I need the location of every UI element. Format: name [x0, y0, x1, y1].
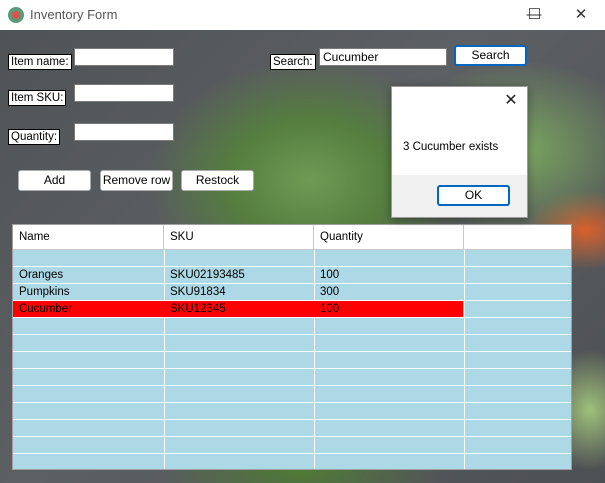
- table-row[interactable]: [13, 250, 463, 266]
- form-client-area: Item name: Item SKU: Quantity: Search: C…: [0, 30, 605, 483]
- dialog-message: 3 Cucumber exists: [403, 141, 499, 153]
- grid-row-line: [13, 453, 571, 454]
- cell-name: Oranges: [19, 269, 64, 281]
- message-dialog: ✕ 3 Cucumber exists OK: [391, 86, 528, 218]
- column-header-name[interactable]: Name: [13, 225, 164, 249]
- cell-sku: [164, 250, 170, 266]
- item-name-input[interactable]: [74, 48, 174, 66]
- search-label: Search:: [270, 54, 316, 70]
- cell-quantity: 100: [320, 303, 340, 315]
- grid-row-line: [13, 351, 571, 352]
- title-bar: Inventory Form — ☐ ✕: [0, 0, 605, 30]
- ok-button[interactable]: OK: [437, 185, 510, 206]
- cell-sku: SKU12345: [170, 303, 226, 315]
- window-title: Inventory Form: [30, 7, 118, 22]
- cell-quantity: 300: [320, 286, 340, 298]
- search-input[interactable]: Cucumber: [319, 48, 447, 66]
- dialog-close-button[interactable]: ✕: [501, 91, 521, 111]
- quantity-input[interactable]: [74, 123, 174, 141]
- cell-sku: SKU02193485: [170, 269, 245, 281]
- cell-quantity: [314, 250, 320, 266]
- column-header-sku[interactable]: SKU: [164, 225, 314, 249]
- inventory-window: Inventory Form — ☐ ✕ Item name: Item SKU…: [0, 0, 605, 483]
- cell-quantity: 100: [320, 269, 340, 281]
- column-header-quantity[interactable]: Quantity: [314, 225, 464, 249]
- grid-row-line: [13, 385, 571, 386]
- item-sku-input[interactable]: [74, 84, 174, 102]
- item-name-label: Item name:: [8, 54, 72, 70]
- inventory-grid[interactable]: Name SKU Quantity Oranges SKU02193485 10…: [12, 224, 572, 470]
- grid-row-line: [13, 368, 571, 369]
- dialog-footer: OK: [392, 175, 527, 217]
- maximize-button[interactable]: ☐: [512, 0, 557, 30]
- grid-row-line: [13, 436, 571, 437]
- grid-row-line: [13, 317, 571, 318]
- table-row-selected[interactable]: Cucumber SKU12345 100: [13, 301, 463, 317]
- restock-button[interactable]: Restock: [181, 170, 254, 191]
- grid-header: Name SKU Quantity: [13, 225, 571, 250]
- item-sku-label: Item SKU:: [8, 90, 67, 106]
- close-button[interactable]: ✕: [558, 0, 604, 30]
- grid-row-line: [13, 334, 571, 335]
- add-button[interactable]: Add: [18, 170, 91, 191]
- table-row[interactable]: Oranges SKU02193485 100: [13, 267, 463, 283]
- cell-name: [13, 250, 19, 266]
- grid-row-line: [13, 402, 571, 403]
- remove-row-button[interactable]: Remove row: [100, 170, 173, 191]
- cell-name: Pumpkins: [19, 286, 70, 298]
- grid-row-line: [13, 419, 571, 420]
- search-button[interactable]: Search: [454, 45, 527, 66]
- cell-sku: SKU91834: [170, 286, 226, 298]
- table-row[interactable]: Pumpkins SKU91834 300: [13, 284, 463, 300]
- quantity-label: Quantity:: [8, 129, 61, 145]
- app-icon: [8, 7, 24, 23]
- cell-name: Cucumber: [19, 303, 73, 315]
